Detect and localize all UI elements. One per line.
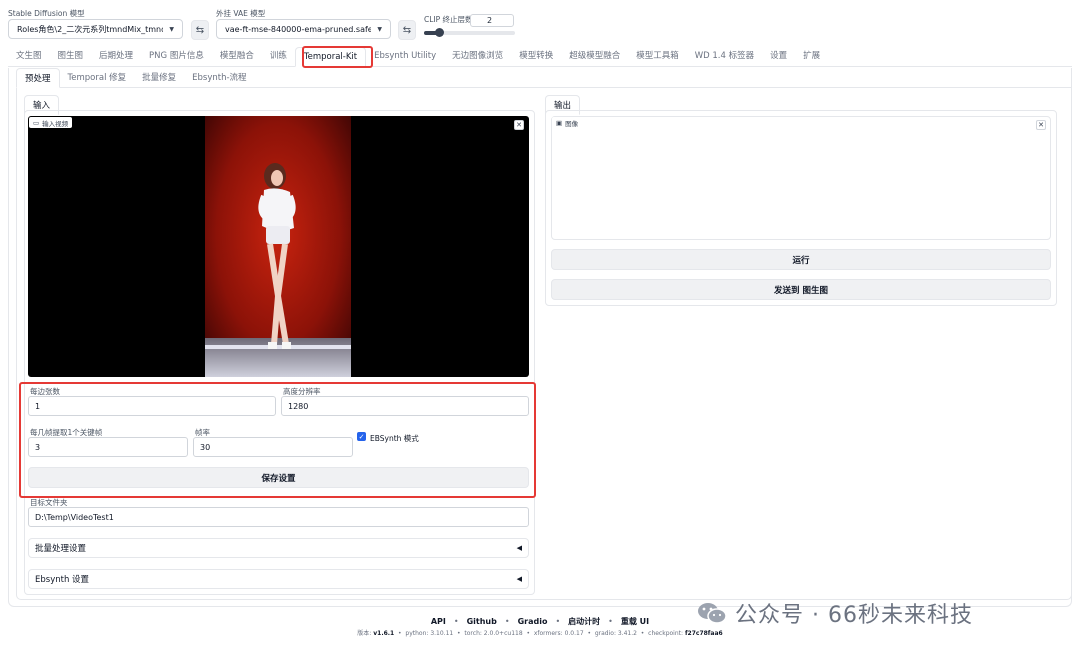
fps-input[interactable]: 30 [193, 437, 353, 457]
target-folder-input[interactable]: D:\Temp\VideoTest1 [28, 507, 529, 527]
image-label-text: 图像 [565, 119, 579, 128]
swap-icon: ⇆ [195, 24, 205, 36]
close-icon: ✕ [1038, 121, 1044, 129]
clip-slider-thumb[interactable] [435, 28, 445, 37]
ebsynth-mode-label: EBSynth 模式 [370, 434, 419, 443]
sd-model-label: Stable Diffusion 模型 [8, 9, 85, 18]
watermark: 公众号 · 66秒未来科技 [697, 597, 973, 629]
tab-temporal-fix[interactable]: Temporal 修复 [60, 71, 135, 87]
tab-super-merger[interactable]: 超级模型融合 [561, 49, 628, 66]
chevron-down-icon: ▼ [377, 25, 382, 33]
xformers-version: xformers: 0.0.17 [533, 630, 584, 637]
version-value: v1.6.1 [373, 630, 395, 637]
sd-model-value: Roles角色\2_二次元系列tmndMix_tmndMi [17, 24, 164, 34]
clip-label: CLIP 终止层数 [424, 15, 473, 24]
wechat-icon [697, 601, 727, 625]
refresh-models-button[interactable]: ⇆ [191, 20, 209, 40]
tab-model-toolkit[interactable]: 模型工具箱 [628, 49, 687, 66]
watermark-text: 公众号 · 66秒未来科技 [735, 603, 973, 628]
tab-ebsynth-utility[interactable]: Ebsynth Utility [366, 51, 444, 66]
sub-tab-bar: 预处理 Temporal 修复 批量修复 Ebsynth-流程 [16, 68, 1072, 88]
run-button[interactable]: 运行 [551, 249, 1051, 270]
ebsynth-settings-label: Ebsynth 设置 [35, 575, 90, 585]
save-settings-button[interactable]: 保存设置 [28, 467, 529, 488]
video-icon: ▭ [33, 118, 40, 127]
send-to-img2img-button[interactable]: 发送到 图生图 [551, 279, 1051, 300]
height-input[interactable]: 1280 [281, 396, 529, 416]
footer-link-github[interactable]: Github [467, 617, 497, 626]
batch-settings-accordion[interactable]: 批量处理设置 ◀ [28, 538, 529, 558]
sd-model-select[interactable]: Roles角色\2_二次元系列tmndMix_tmndMi ▼ [8, 19, 183, 39]
clip-slider[interactable] [424, 28, 515, 37]
batch-settings-label: 批量处理设置 [35, 544, 87, 554]
footer-link-startup-profile[interactable]: 启动计时 [568, 617, 600, 626]
keyframe-input[interactable]: 3 [28, 437, 188, 457]
swap-icon: ⇆ [402, 24, 412, 36]
close-icon: ✕ [516, 121, 522, 129]
footer-link-reload-ui[interactable]: 重载 UI [621, 617, 649, 626]
vae-label: 外挂 VAE 模型 [216, 9, 266, 18]
clear-image-button[interactable]: ✕ [1036, 120, 1046, 130]
check-icon: ✓ [358, 432, 365, 441]
tab-model-merge[interactable]: 模型融合 [212, 49, 262, 66]
tab-train[interactable]: 训练 [262, 49, 295, 66]
tab-image-browser[interactable]: 无边图像浏览 [444, 49, 511, 66]
tab-extensions[interactable]: 扩展 [795, 49, 828, 66]
main-tab-bar: 文生图 图生图 后期处理 PNG 图片信息 模型融合 训练 Temporal-K… [8, 47, 1072, 67]
tab-png-info[interactable]: PNG 图片信息 [141, 49, 212, 66]
vae-select[interactable]: vae-ft-mse-840000-ema-pruned.safetens ▼ [216, 19, 391, 39]
tab-txt2img[interactable]: 文生图 [8, 49, 50, 66]
checkpoint-prefix: checkpoint: [648, 630, 685, 637]
ebsynth-settings-accordion[interactable]: Ebsynth 设置 ◀ [28, 569, 529, 589]
tab-img2img[interactable]: 图生图 [50, 49, 92, 66]
vae-value: vae-ft-mse-840000-ema-pruned.safetens [225, 24, 371, 34]
video-label: ▭ 输入视频 [29, 117, 73, 128]
version-prefix: 版本: [357, 630, 374, 637]
image-icon: ▣ [556, 118, 563, 127]
chevron-down-icon: ▼ [169, 25, 174, 33]
clear-video-button[interactable]: ✕ [514, 120, 524, 130]
output-image[interactable] [551, 116, 1051, 240]
collapse-arrow-icon: ◀ [516, 544, 522, 552]
clip-number-input[interactable]: 2 [470, 14, 514, 27]
tab-settings[interactable]: 设置 [762, 49, 795, 66]
video-frame [205, 116, 351, 377]
footer-version: 版本: v1.6.1 • python: 3.10.11 • torch: 2.… [357, 630, 723, 637]
video-label-text: 输入视频 [42, 119, 69, 128]
tab-batch-fix[interactable]: 批量修复 [134, 71, 184, 87]
checkpoint-value: f27c78faa6 [684, 630, 723, 637]
torch-version: torch: 2.0.0+cu118 [464, 630, 523, 637]
gradio-version: gradio: 3.41.2 [594, 630, 637, 637]
python-version: python: 3.10.11 [405, 630, 454, 637]
collapse-arrow-icon: ◀ [516, 575, 522, 583]
refresh-vae-button[interactable]: ⇆ [398, 20, 416, 40]
sides-input[interactable]: 1 [28, 396, 276, 416]
ebsynth-mode-checkbox[interactable]: ✓ [357, 432, 366, 441]
tab-extras[interactable]: 后期处理 [91, 49, 141, 66]
tab-wd-tagger[interactable]: WD 1.4 标签器 [687, 49, 762, 66]
footer-link-gradio[interactable]: Gradio [518, 617, 548, 626]
footer-link-api[interactable]: API [431, 617, 446, 626]
clip-value: 2 [487, 16, 493, 25]
tab-preprocess[interactable]: 预处理 [16, 68, 60, 88]
image-label: ▣ 图像 [552, 117, 583, 128]
tab-model-convert[interactable]: 模型转换 [511, 49, 561, 66]
tab-highlight-box [302, 46, 373, 68]
input-video[interactable] [28, 116, 529, 377]
tab-ebsynth-process[interactable]: Ebsynth-流程 [184, 71, 254, 87]
